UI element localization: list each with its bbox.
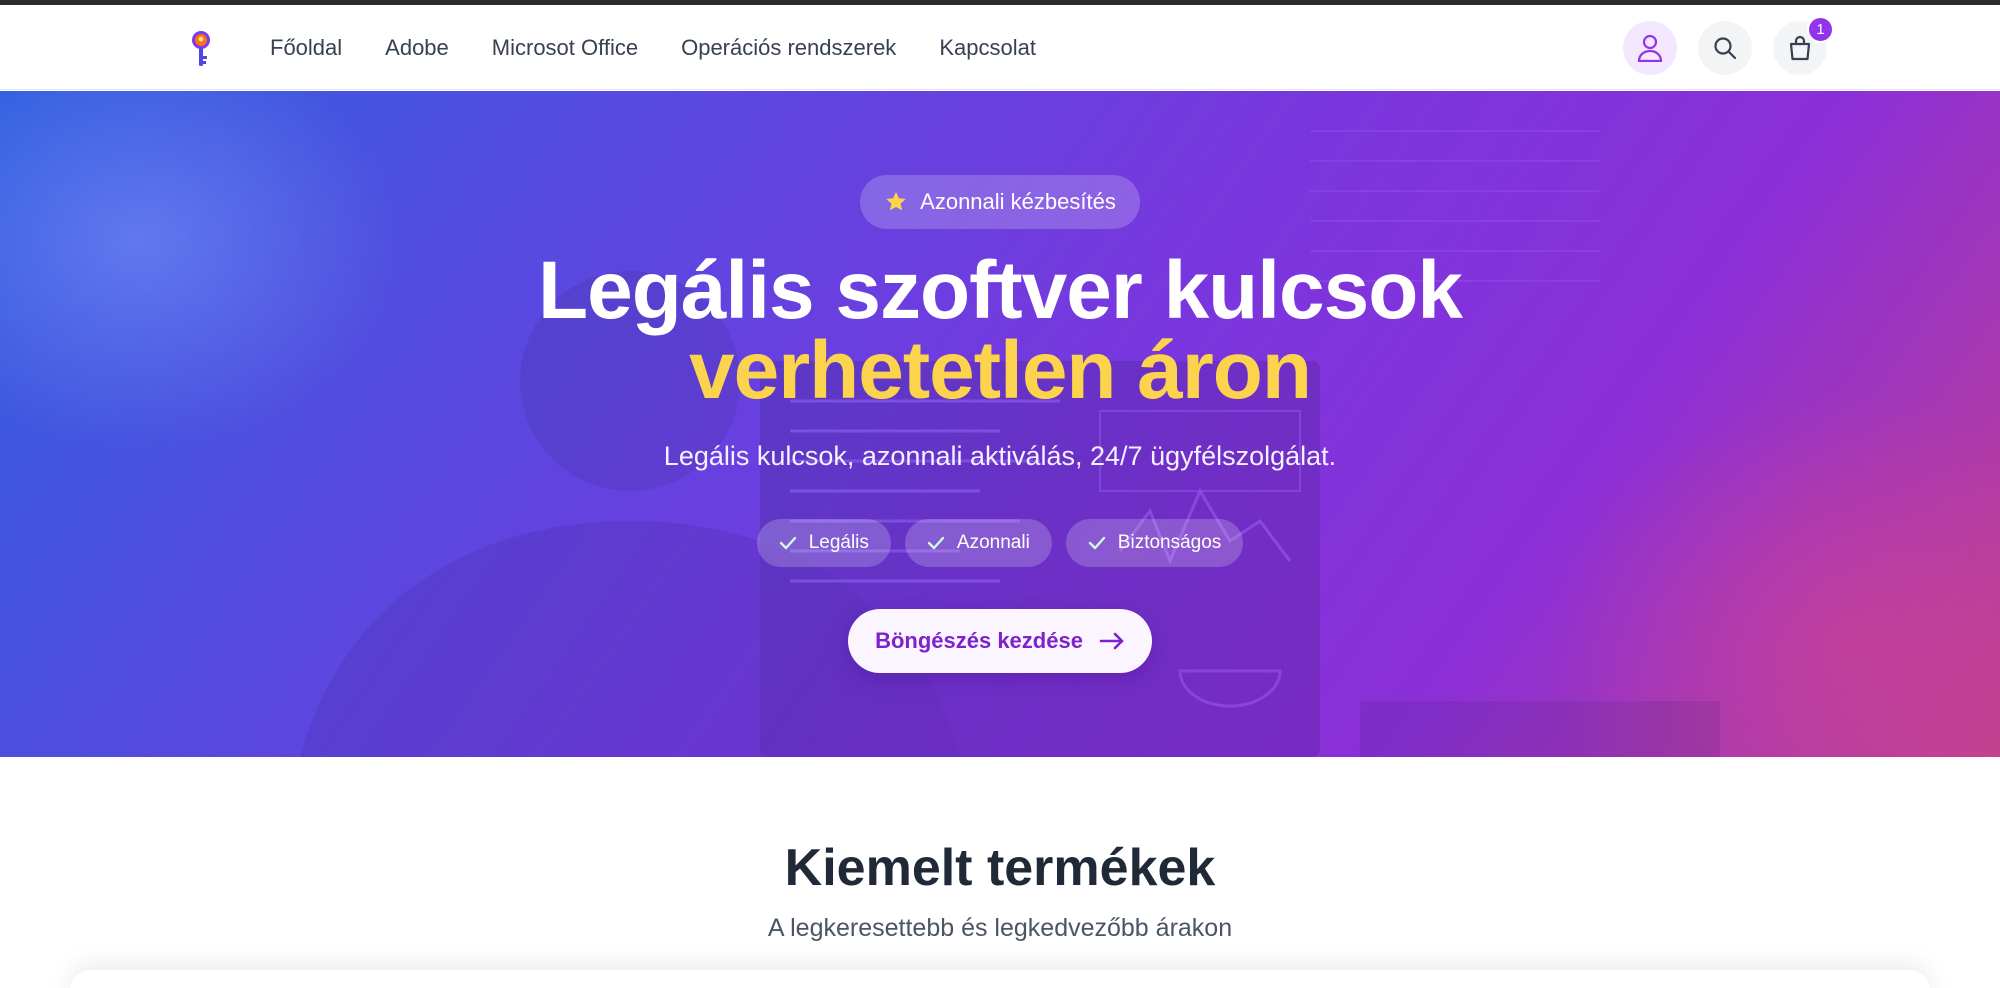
hero-title: Legális szoftver kulcsok: [538, 245, 1463, 336]
instant-delivery-badge: Azonnali kézbesítés: [860, 175, 1140, 229]
check-icon: [1088, 536, 1105, 550]
featured-subtitle: A legkeresettebb és legkedvezőbb árakon: [767, 914, 1233, 942]
nav-link-home[interactable]: Főoldal: [270, 35, 342, 61]
user-icon: [1637, 34, 1663, 62]
feature-pill-label: Legális: [808, 532, 869, 553]
check-icon: [779, 536, 796, 550]
product-card-edge: [70, 970, 1930, 988]
nav-link-os[interactable]: Operációs rendszerek: [681, 35, 896, 61]
cart-button[interactable]: 1: [1773, 16, 1834, 75]
badge-text: Azonnali kézbesítés: [920, 189, 1116, 214]
hero-banner: Azonnali kézbesítés Legális szoftver kul…: [0, 91, 2000, 757]
feature-pills: Legális Azonnali Biztonságos: [0, 519, 2000, 567]
featured-title: Kiemelt termékek: [784, 839, 1216, 897]
hero-title-accent: verhetetlen áron: [689, 325, 1312, 416]
nav-link-adobe[interactable]: Adobe: [385, 35, 449, 61]
nav-link-contact[interactable]: Kapcsolat: [939, 35, 1036, 61]
nav-link-office[interactable]: Microsot Office: [492, 35, 638, 61]
cta-label: Böngészés kezdése: [875, 628, 1083, 653]
feature-pill-secure: Biztonságos: [1065, 519, 1244, 567]
hero-subtitle: Legális kulcsok, azonnali aktiválás, 24/…: [663, 441, 1337, 471]
feature-pill-label: Biztonságos: [1117, 532, 1222, 553]
check-icon: [927, 536, 945, 550]
key-icon[interactable]: [186, 29, 216, 69]
start-browsing-button[interactable]: Böngészés kezdése: [848, 609, 1152, 673]
feature-pill-label: Azonnali: [956, 532, 1030, 553]
account-button[interactable]: [1623, 21, 1677, 75]
cart-count-badge: 1: [1807, 16, 1834, 43]
main-nav: Főoldal Adobe Microsot Office Operációs …: [270, 5, 1079, 90]
search-button[interactable]: [1698, 21, 1752, 75]
feature-pill-legal: Legális: [756, 519, 891, 567]
arrow-right-icon: [1099, 632, 1124, 650]
shopping-bag-icon: [1789, 35, 1811, 61]
star-icon: [886, 192, 906, 211]
feature-pill-instant: Azonnali: [904, 519, 1052, 567]
search-icon: [1714, 37, 1737, 60]
site-header: Főoldal Adobe Microsot Office Operációs …: [0, 5, 2000, 90]
